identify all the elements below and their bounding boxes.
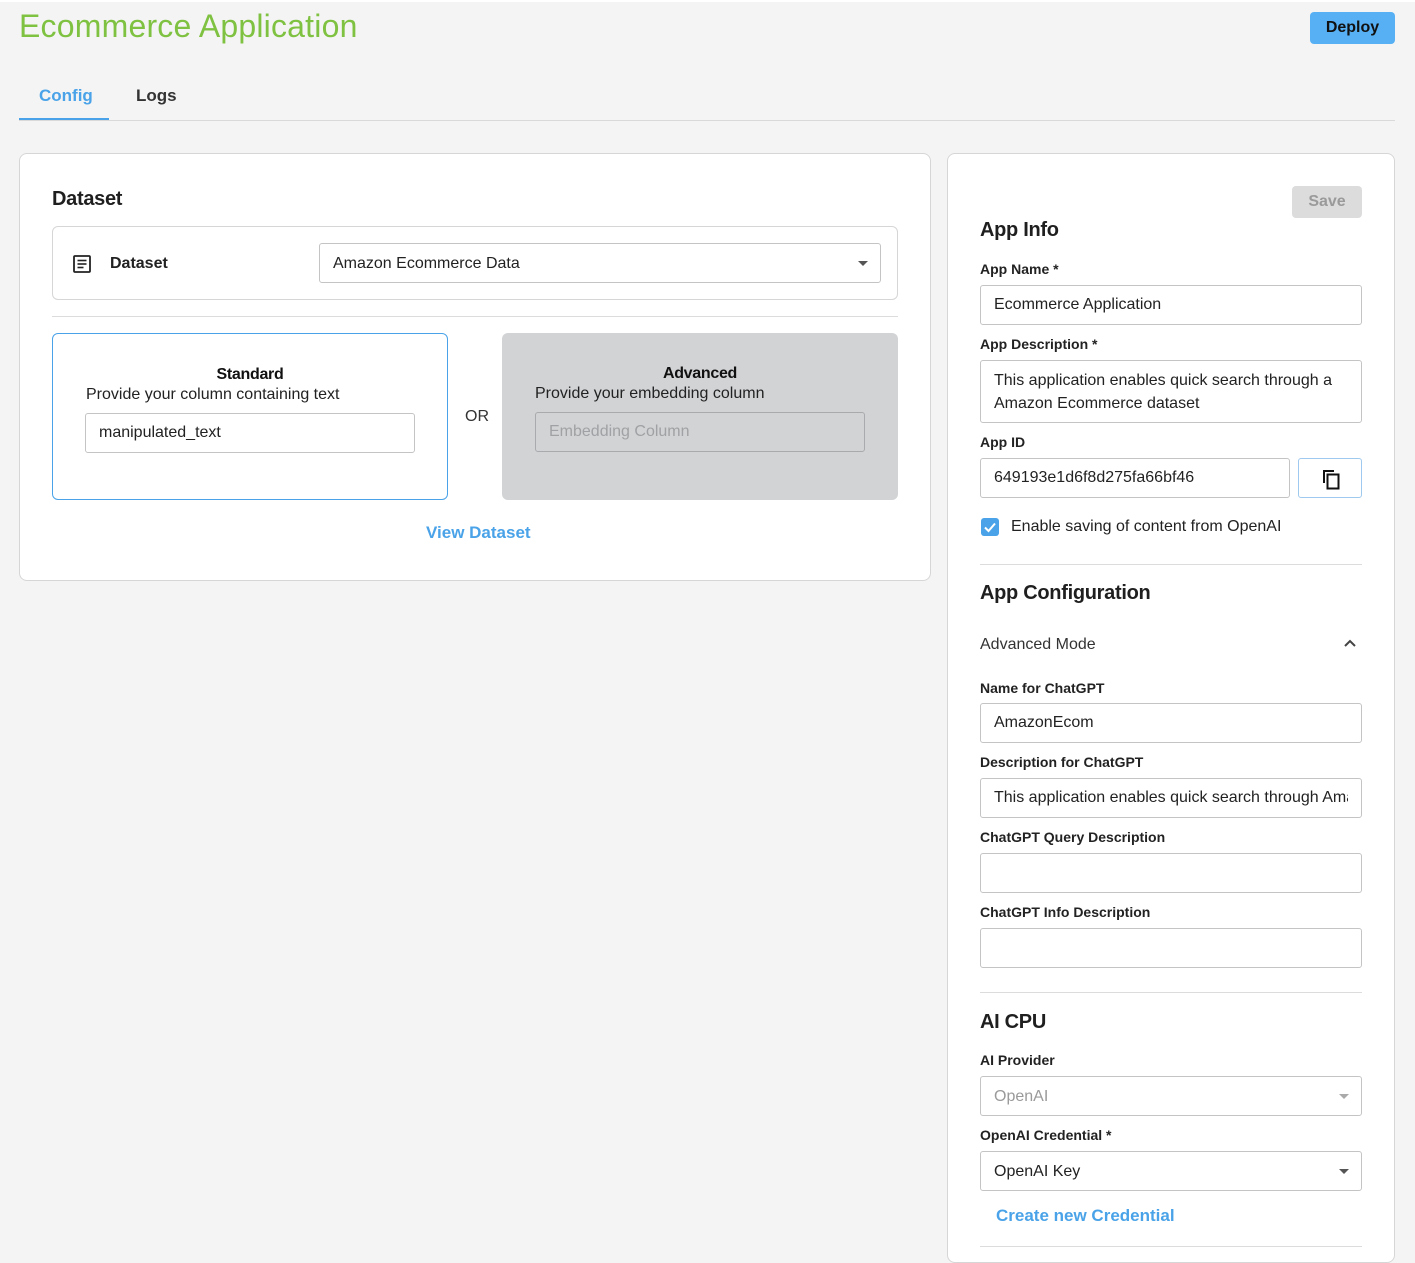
settings-panel: Save App Info App Name * App Description…	[947, 153, 1395, 1263]
description-for-chatgpt-label: Description for ChatGPT	[980, 754, 1144, 770]
top-border	[0, 0, 1415, 2]
standard-subtitle: Provide your column containing text	[86, 386, 340, 403]
advanced-title: Advanced	[662, 365, 738, 382]
view-dataset-link[interactable]: View Dataset	[426, 523, 531, 543]
copy-app-id-button[interactable]	[1298, 458, 1362, 498]
dataset-card: Dataset Dataset Amazon Ecommerce Data St…	[19, 153, 931, 581]
openai-credential-select[interactable]: OpenAI Key	[980, 1151, 1362, 1191]
enable-saving-label: Enable saving of content from OpenAI	[1011, 518, 1282, 535]
divider	[980, 992, 1362, 993]
openai-credential-label: OpenAI Credential *	[980, 1127, 1112, 1143]
ai-cpu-title: AI CPU	[980, 1011, 1046, 1033]
query-description-label: ChatGPT Query Description	[980, 829, 1166, 845]
caret-down-icon	[1339, 1094, 1349, 1099]
caret-down-icon	[858, 261, 868, 266]
tab-bar: Config Logs	[19, 72, 1395, 121]
page-title: Ecommerce Application	[19, 8, 358, 44]
info-description-input[interactable]	[980, 928, 1362, 968]
caret-down-icon	[1339, 1169, 1349, 1174]
app-description-input[interactable]: This application enables quick search th…	[980, 360, 1362, 423]
app-configuration-title: App Configuration	[980, 582, 1151, 604]
tab-config[interactable]: Config	[19, 72, 109, 120]
tab-logs[interactable]: Logs	[116, 72, 196, 120]
advanced-option[interactable]: Advanced Provide your embedding column	[502, 333, 898, 500]
dataset-label: Dataset	[110, 255, 168, 272]
dataset-section-title: Dataset	[52, 188, 123, 210]
divider	[980, 564, 1362, 565]
query-description-input[interactable]	[980, 853, 1362, 893]
advanced-mode-toggle[interactable]: Advanced Mode	[980, 636, 1096, 654]
save-button[interactable]: Save	[1292, 186, 1362, 218]
ai-provider-value: OpenAI	[994, 1088, 1049, 1105]
document-icon	[73, 255, 91, 273]
create-credential-link[interactable]: Create new Credential	[996, 1206, 1175, 1226]
checkmark-icon	[984, 522, 996, 533]
dataset-select[interactable]: Amazon Ecommerce Data	[319, 243, 881, 283]
or-label: OR	[465, 408, 489, 425]
standard-option[interactable]: Standard Provide your column containing …	[52, 333, 448, 500]
advanced-subtitle: Provide your embedding column	[535, 385, 765, 402]
name-for-chatgpt-input[interactable]	[980, 703, 1362, 743]
ai-provider-label: AI Provider	[980, 1052, 1055, 1068]
embedding-column-input[interactable]	[535, 412, 865, 452]
deploy-button[interactable]: Deploy	[1310, 12, 1395, 44]
divider	[980, 1246, 1362, 1247]
description-for-chatgpt-input[interactable]	[980, 778, 1362, 818]
copy-icon	[1323, 470, 1340, 490]
name-for-chatgpt-label: Name for ChatGPT	[980, 680, 1105, 696]
app-id-input[interactable]	[980, 458, 1290, 498]
app-name-input[interactable]	[980, 285, 1362, 325]
info-description-label: ChatGPT Info Description	[980, 904, 1151, 920]
app-info-title: App Info	[980, 219, 1059, 241]
dataset-row: Dataset Amazon Ecommerce Data	[52, 226, 898, 300]
standard-title: Standard	[216, 366, 284, 383]
ai-provider-select[interactable]: OpenAI	[980, 1076, 1362, 1116]
app-name-label: App Name *	[980, 261, 1059, 277]
app-description-label: App Description *	[980, 336, 1098, 352]
enable-saving-checkbox[interactable]	[981, 518, 999, 536]
divider	[52, 316, 898, 317]
app-id-label: App ID	[980, 434, 1026, 450]
text-column-input[interactable]	[85, 413, 415, 453]
dataset-select-value: Amazon Ecommerce Data	[333, 255, 520, 272]
openai-credential-value: OpenAI Key	[994, 1163, 1081, 1180]
chevron-up-icon[interactable]	[1343, 638, 1357, 648]
